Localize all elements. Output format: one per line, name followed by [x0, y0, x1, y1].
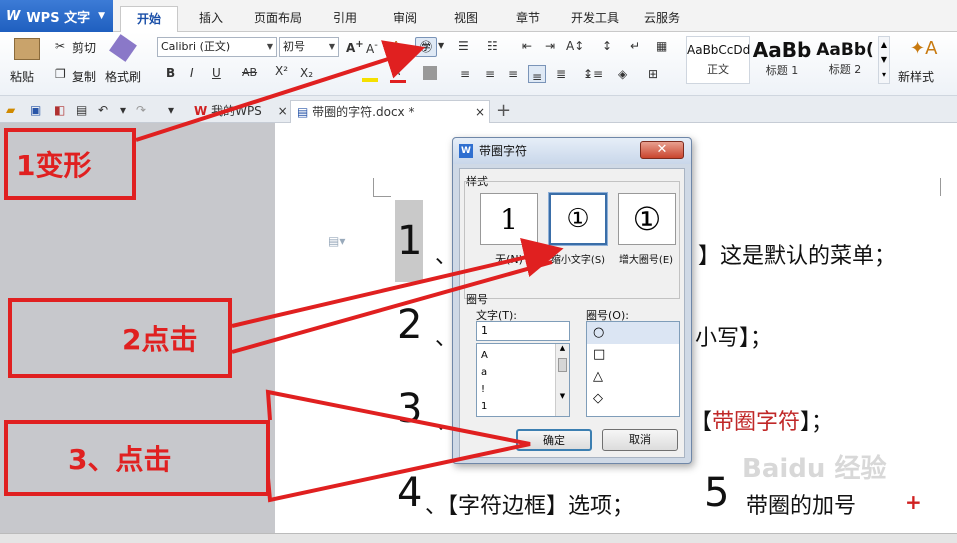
arrow-to-shrink-option [231, 237, 564, 328]
annotation-arrows [135, 40, 564, 503]
arrow-to-enclose-button [135, 40, 426, 142]
arrow-to-ok-button [265, 389, 531, 503]
arrow-to-shrink-option-edge [231, 260, 553, 354]
